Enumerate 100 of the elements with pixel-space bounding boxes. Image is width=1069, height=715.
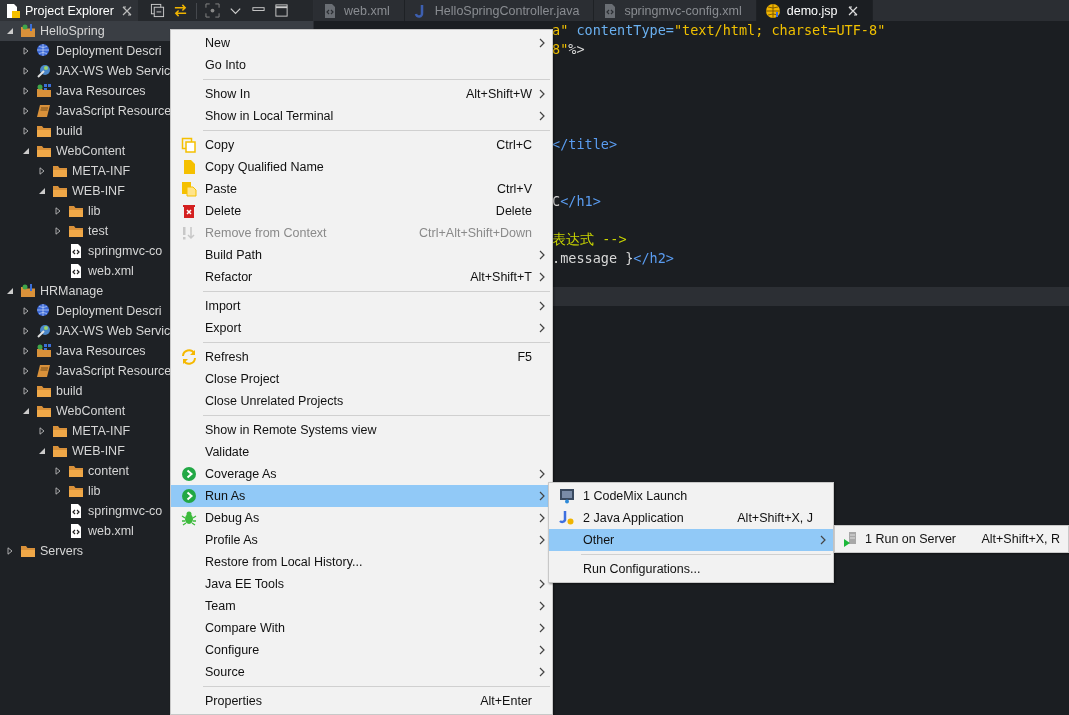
menu-item[interactable]: Close Unrelated Projects: [171, 390, 552, 412]
shortcut-text: Ctrl+Alt+Shift+Down: [418, 226, 532, 240]
editor-tab[interactable]: HelloSpringController.java: [404, 0, 595, 21]
editor-tab[interactable]: springmvc-config.xml: [594, 0, 757, 21]
close-icon[interactable]: [121, 5, 132, 16]
collapsed-arrow-icon[interactable]: [54, 467, 62, 475]
collapsed-arrow-icon[interactable]: [22, 387, 30, 395]
collapsed-arrow-icon[interactable]: [54, 487, 62, 495]
focus-icon[interactable]: [204, 3, 220, 18]
link-editor-icon[interactable]: [172, 3, 188, 18]
menu-item[interactable]: Go Into: [171, 54, 552, 76]
menu-item[interactable]: Export: [171, 317, 552, 339]
folder-icon: [36, 123, 52, 139]
menu-item[interactable]: Configure: [171, 639, 552, 661]
collapsed-arrow-icon[interactable]: [38, 167, 46, 175]
code-line: .message }</h2>: [552, 250, 674, 266]
menu-item[interactable]: Delete Delete: [171, 200, 552, 222]
collapsed-arrow-icon[interactable]: [22, 327, 30, 335]
explorer-icon: [5, 2, 21, 19]
monitor-icon: [559, 488, 575, 504]
collapsed-arrow-icon[interactable]: [22, 47, 30, 55]
menu-item[interactable]: 2 Java Application Alt+Shift+X, J: [549, 507, 833, 529]
folder-icon: [68, 483, 84, 499]
menu-item[interactable]: Show In Alt+Shift+W: [171, 83, 552, 105]
shortcut-text: Ctrl+V: [495, 182, 532, 196]
collapsed-arrow-icon[interactable]: [22, 87, 30, 95]
collapsed-arrow-icon[interactable]: [22, 347, 30, 355]
menu-item[interactable]: Restore from Local History...: [171, 551, 552, 573]
collapsed-arrow-icon[interactable]: [22, 67, 30, 75]
shortcut-text: F5: [516, 350, 532, 364]
folder-icon: [52, 163, 68, 179]
expanded-arrow-icon[interactable]: [38, 447, 46, 455]
java-resources-icon: [36, 343, 52, 359]
java-app-icon: [559, 510, 575, 526]
document-icon: [181, 159, 197, 175]
view-tab[interactable]: Project Explorer: [0, 0, 138, 21]
expanded-arrow-icon[interactable]: [6, 287, 14, 295]
collapsed-arrow-icon[interactable]: [22, 127, 30, 135]
run-icon: [181, 466, 197, 482]
menu-item[interactable]: Build Path: [171, 244, 552, 266]
java-resources-icon: [36, 83, 52, 99]
book-icon: [36, 363, 52, 379]
menu-item[interactable]: Source: [171, 661, 552, 683]
menu-item[interactable]: Copy Qualified Name: [171, 156, 552, 178]
menu-item[interactable]: Show in Remote Systems view: [171, 419, 552, 441]
code-line: a" contentType="text/html; charset=UTF-8": [552, 22, 886, 38]
shortcut-text: Alt+Shift+W: [465, 87, 532, 101]
menu-item[interactable]: Close Project: [171, 368, 552, 390]
xml-file-icon: [68, 263, 84, 279]
refresh-icon: [181, 349, 197, 365]
collapsed-arrow-icon[interactable]: [22, 367, 30, 375]
menu-item[interactable]: Validate: [171, 441, 552, 463]
menu-item[interactable]: Debug As: [171, 507, 552, 529]
collapsed-arrow-icon[interactable]: [54, 227, 62, 235]
menu-item[interactable]: Compare With: [171, 617, 552, 639]
folder-icon: [68, 463, 84, 479]
menu-item[interactable]: Other: [549, 529, 833, 551]
project-folder-icon: [20, 283, 36, 299]
folder-icon: [36, 383, 52, 399]
expanded-arrow-icon[interactable]: [6, 27, 14, 35]
xml-file-icon: [68, 503, 84, 519]
code-line: </title>: [552, 136, 618, 152]
collapsed-arrow-icon[interactable]: [22, 107, 30, 115]
menu-item[interactable]: Refresh F5: [171, 346, 552, 368]
menu-item[interactable]: Java EE Tools: [171, 573, 552, 595]
editor-tab[interactable]: demo.jsp: [756, 0, 873, 21]
expanded-arrow-icon[interactable]: [38, 187, 46, 195]
folder-icon: [52, 443, 68, 459]
menu-item[interactable]: Paste Ctrl+V: [171, 178, 552, 200]
expanded-arrow-icon[interactable]: [22, 147, 30, 155]
run-icon: [181, 488, 197, 504]
project-folder-icon: [20, 23, 36, 39]
collapsed-arrow-icon[interactable]: [6, 547, 14, 555]
book-icon: [36, 103, 52, 119]
web-service-icon: [36, 63, 52, 79]
shortcut-text: Delete: [494, 204, 532, 218]
menu-item[interactable]: Run Configurations...: [549, 558, 833, 580]
collapsed-arrow-icon[interactable]: [22, 307, 30, 315]
maximize-icon[interactable]: [273, 3, 289, 18]
folder-icon: [68, 223, 84, 239]
collapse-all-icon[interactable]: [149, 3, 165, 18]
expanded-arrow-icon[interactable]: [22, 407, 30, 415]
menu-item[interactable]: Team: [171, 595, 552, 617]
folder-icon: [68, 203, 84, 219]
menu-item[interactable]: Profile As: [171, 529, 552, 551]
shortcut-text: Alt+Shift+T: [469, 270, 532, 284]
paste-icon: [181, 181, 197, 197]
globe-icon: [764, 2, 781, 19]
menu-item[interactable]: Properties Alt+Enter: [171, 690, 552, 712]
menu-item[interactable]: Coverage As: [171, 463, 552, 485]
collapsed-arrow-icon[interactable]: [38, 427, 46, 435]
menu-item[interactable]: 1 Run on Server Alt+Shift+X, R: [835, 528, 1068, 550]
remove-icon: [181, 225, 197, 241]
close-icon[interactable]: [847, 5, 858, 16]
folder-icon: [36, 143, 52, 159]
folder-icon: [20, 543, 36, 559]
web-service-icon: [36, 323, 52, 339]
collapsed-arrow-icon[interactable]: [54, 207, 62, 215]
menu-item[interactable]: 1 CodeMix Launch: [549, 485, 833, 507]
editor-tab[interactable]: web.xml: [314, 0, 405, 21]
